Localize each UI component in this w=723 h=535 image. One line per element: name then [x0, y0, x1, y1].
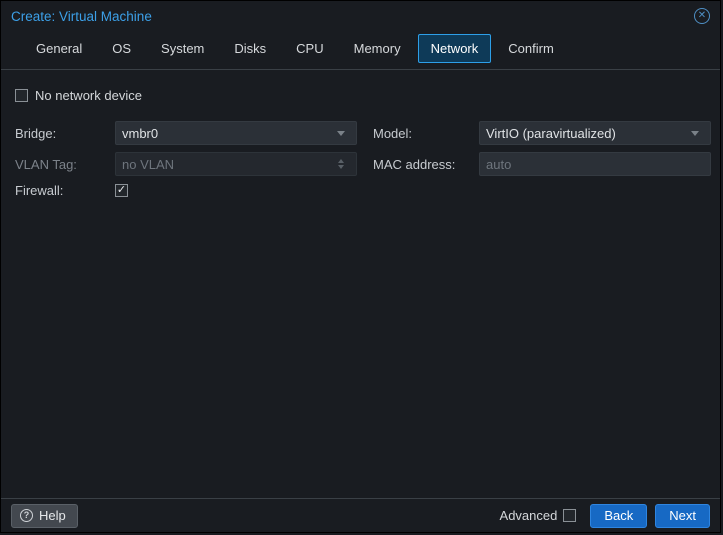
tab-cpu[interactable]: CPU — [283, 34, 336, 63]
network-fields-grid: Bridge: vmbr0 Model: VirtIO (paravirtual… — [15, 121, 711, 198]
vlan-tag-placeholder: no VLAN — [122, 156, 175, 172]
tab-memory[interactable]: Memory — [341, 34, 414, 63]
help-button[interactable]: ? Help — [11, 503, 78, 528]
model-label: Model: — [373, 125, 413, 141]
up-down-spinner-icon — [332, 159, 350, 169]
no-network-device-checkbox[interactable] — [15, 89, 28, 102]
dialog-title: Create: Virtual Machine — [11, 8, 152, 24]
no-network-device-row: No network device — [15, 88, 706, 103]
tab-os[interactable]: OS — [99, 34, 144, 63]
next-button[interactable]: Next — [655, 503, 710, 528]
question-circle-icon: ? — [20, 508, 33, 522]
checkmark-icon: ✓ — [116, 184, 127, 196]
tab-network[interactable]: Network — [417, 34, 492, 63]
tab-system[interactable]: System — [148, 34, 217, 63]
mac-address-input[interactable]: auto — [479, 152, 711, 176]
tab-confirm[interactable]: Confirm — [495, 34, 567, 63]
advanced-checkbox[interactable] — [563, 509, 577, 522]
create-vm-dialog: Create: Virtual Machine ✕ General OS Sys… — [0, 0, 721, 533]
network-form: No network device Bridge: vmbr0 Model: V… — [1, 70, 720, 498]
mac-address-placeholder: auto — [486, 156, 512, 172]
no-network-device-label: No network device — [35, 88, 142, 103]
wizard-tabbar: General OS System Disks CPU Memory Netwo… — [1, 28, 720, 63]
back-button[interactable]: Back — [590, 503, 648, 528]
bridge-label: Bridge: — [15, 125, 57, 141]
vlan-tag-spinner: no VLAN — [115, 152, 357, 176]
chevron-down-icon[interactable] — [686, 130, 704, 136]
firewall-checkbox[interactable]: ✓ — [115, 184, 128, 197]
model-value: VirtIO (paravirtualized) — [486, 125, 616, 141]
mac-address-label: MAC address: — [373, 156, 456, 172]
bridge-combobox[interactable]: vmbr0 — [115, 121, 357, 145]
bridge-value: vmbr0 — [122, 125, 159, 141]
tab-disks[interactable]: Disks — [221, 34, 279, 63]
dialog-titlebar: Create: Virtual Machine ✕ — [1, 1, 720, 28]
tab-general[interactable]: General — [23, 34, 95, 63]
firewall-label: Firewall: — [15, 183, 64, 198]
advanced-toggle: Advanced — [500, 508, 577, 523]
close-glyph: ✕ — [697, 10, 707, 21]
close-icon[interactable]: ✕ — [694, 8, 710, 24]
vlan-tag-label: VLAN Tag: — [15, 156, 77, 172]
model-combobox[interactable]: VirtIO (paravirtualized) — [479, 121, 711, 145]
dialog-footer: ? Help Advanced Back Next — [1, 498, 720, 532]
help-button-label: Help — [39, 507, 66, 523]
advanced-label: Advanced — [499, 508, 558, 523]
chevron-down-icon[interactable] — [332, 130, 350, 136]
